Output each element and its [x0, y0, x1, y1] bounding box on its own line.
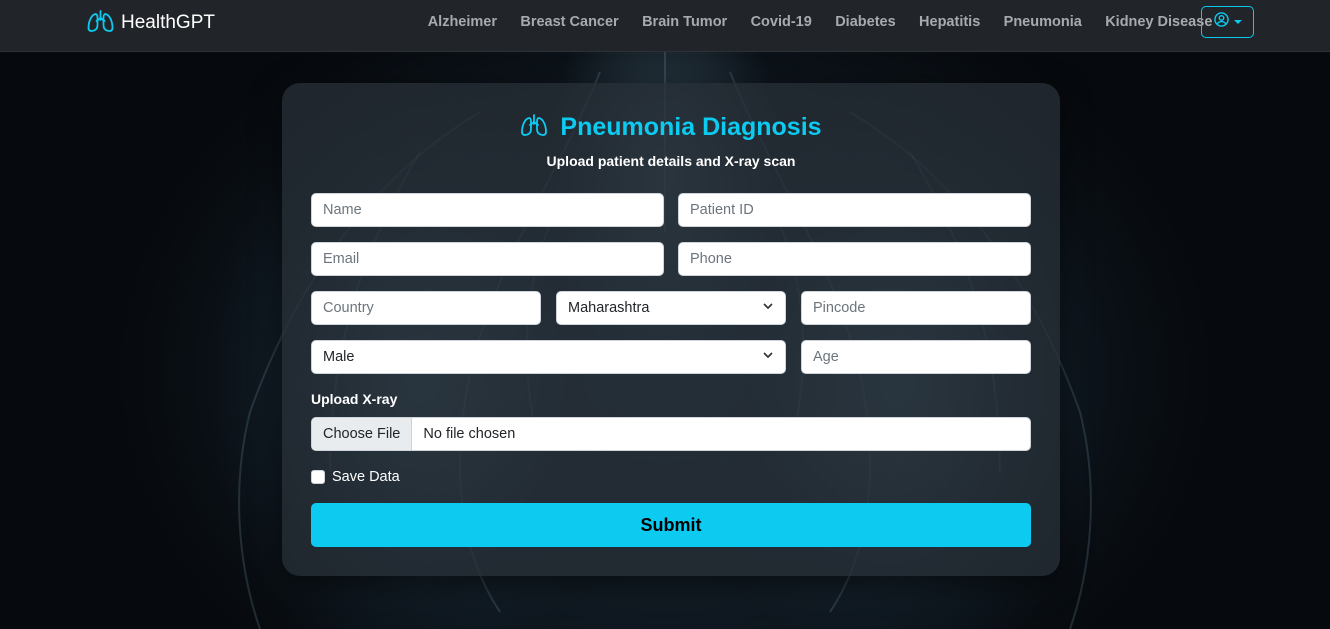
nav-link-breast-cancer[interactable]: Breast Cancer	[509, 13, 631, 31]
lungs-icon	[520, 113, 548, 142]
nav-link-hepatitis[interactable]: Hepatitis	[907, 13, 992, 31]
diagnosis-form-card: Pneumonia Diagnosis Upload patient detai…	[282, 83, 1060, 576]
patient-id-field[interactable]	[678, 193, 1031, 227]
form-subtitle: Upload patient details and X-ray scan	[546, 153, 796, 169]
gender-select[interactable]: Male	[311, 340, 786, 374]
save-data-row: Save Data	[311, 469, 400, 485]
top-navbar: HealthGPT Alzheimer Breast Cancer Brain …	[0, 0, 1330, 52]
nav-links: Alzheimer Breast Cancer Brain Tumor Covi…	[416, 13, 1224, 31]
email-field[interactable]	[311, 242, 664, 276]
gender-select-value: Male	[323, 349, 355, 365]
state-select[interactable]: Maharashtra	[556, 291, 786, 325]
user-menu-button[interactable]	[1201, 6, 1254, 38]
pincode-field[interactable]	[801, 291, 1031, 325]
age-field[interactable]	[801, 340, 1031, 374]
save-data-label[interactable]: Save Data	[332, 469, 400, 485]
country-field[interactable]	[311, 291, 541, 325]
chevron-down-icon	[762, 300, 774, 316]
submit-button[interactable]: Submit	[311, 503, 1031, 547]
xray-file-input[interactable]: Choose File No file chosen	[311, 417, 1031, 451]
file-status: No file chosen	[423, 426, 516, 442]
state-select-value: Maharashtra	[568, 300, 650, 316]
brand-name: HealthGPT	[121, 12, 215, 33]
name-field[interactable]	[311, 193, 664, 227]
user-circle-icon	[1213, 12, 1229, 32]
choose-file-button[interactable]: Choose File	[312, 418, 413, 450]
nav-link-pneumonia[interactable]: Pneumonia	[992, 13, 1094, 31]
chevron-down-icon	[762, 349, 774, 365]
nav-link-alzheimer[interactable]: Alzheimer	[416, 13, 509, 31]
save-data-checkbox[interactable]	[311, 470, 325, 484]
lungs-logo-icon	[87, 9, 114, 38]
form-header: Pneumonia Diagnosis	[282, 113, 1060, 142]
phone-field[interactable]	[678, 242, 1031, 276]
nav-link-covid-19[interactable]: Covid-19	[739, 13, 824, 31]
form-title: Pneumonia Diagnosis	[560, 113, 822, 141]
brand[interactable]: HealthGPT	[87, 9, 215, 38]
upload-xray-label: Upload X-ray	[311, 391, 398, 407]
caret-down-icon	[1233, 20, 1242, 24]
nav-link-brain-tumor[interactable]: Brain Tumor	[630, 13, 739, 31]
nav-link-diabetes[interactable]: Diabetes	[824, 13, 908, 31]
